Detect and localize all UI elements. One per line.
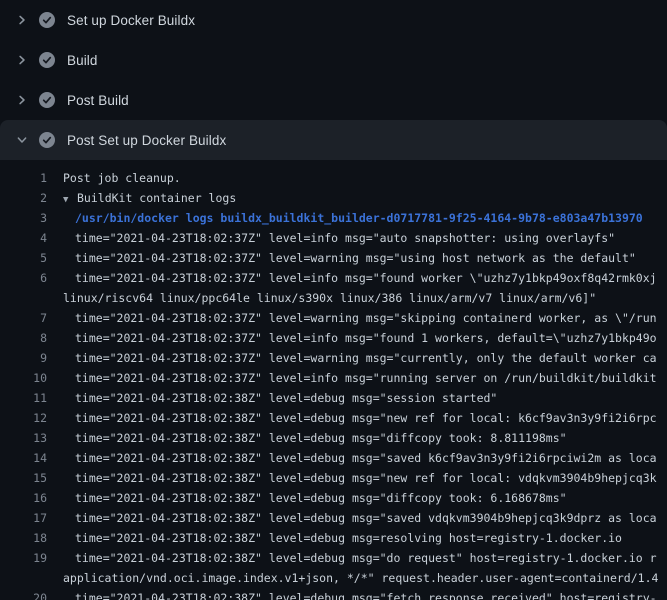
log-line: 10 time="2021-04-23T18:02:37Z" level=info…	[0, 368, 667, 388]
log-line: 14 time="2021-04-23T18:02:38Z" level=debu…	[0, 448, 667, 468]
log-line-text: Post job cleanup.	[63, 168, 181, 188]
line-number[interactable]: 17	[0, 508, 47, 528]
log-line-text: time="2021-04-23T18:02:38Z" level=debug …	[75, 528, 622, 548]
log-line: 15 time="2021-04-23T18:02:38Z" level=debu…	[0, 468, 667, 488]
step-title: Build	[67, 53, 98, 68]
line-number	[0, 288, 47, 308]
line-number[interactable]: 5	[0, 248, 47, 268]
step-row-post-build[interactable]: Post Build	[0, 80, 667, 120]
log-line: 19 time="2021-04-23T18:02:38Z" level=debu…	[0, 548, 667, 568]
line-number[interactable]: 6	[0, 268, 47, 288]
log-line: 18 time="2021-04-23T18:02:38Z" level=debu…	[0, 528, 667, 548]
line-number[interactable]: 3	[0, 208, 47, 228]
log-line: 6 time="2021-04-23T18:02:37Z" level=info …	[0, 268, 667, 288]
steps-list: Set up Docker Buildx Build Post Build Post …	[0, 0, 667, 160]
log-line: 12 time="2021-04-23T18:02:38Z" level=debu…	[0, 408, 667, 428]
log-line-text: time="2021-04-23T18:02:38Z" level=debug …	[75, 388, 497, 408]
log-line-text: time="2021-04-23T18:02:37Z" level=info m…	[75, 328, 657, 348]
line-number[interactable]: 7	[0, 308, 47, 328]
collapse-triangle-icon[interactable]: ▼	[63, 190, 77, 208]
check-circle-icon	[39, 132, 55, 148]
log-line-text: time="2021-04-23T18:02:37Z" level=warnin…	[75, 248, 636, 268]
log-line-text: time="2021-04-23T18:02:38Z" level=debug …	[75, 428, 567, 448]
step-title: Post Build	[67, 93, 129, 108]
log-line: 8 time="2021-04-23T18:02:37Z" level=info …	[0, 328, 667, 348]
step-title: Set up Docker Buildx	[67, 13, 195, 28]
line-number[interactable]: 10	[0, 368, 47, 388]
line-number	[0, 568, 47, 588]
step-row-set-up-docker-buildx[interactable]: Set up Docker Buildx	[0, 0, 667, 40]
log-line-text: time="2021-04-23T18:02:37Z" level=info m…	[75, 368, 657, 388]
log-line: linux/riscv64 linux/ppc64le linux/s390x …	[0, 288, 667, 308]
log-line-text: time="2021-04-23T18:02:37Z" level=warnin…	[75, 348, 657, 368]
line-number[interactable]: 15	[0, 468, 47, 488]
step-row-build[interactable]: Build	[0, 40, 667, 80]
log-line: 1 Post job cleanup.	[0, 168, 667, 188]
log-line-text: application/vnd.oci.image.index.v1+json,…	[63, 568, 658, 588]
log-line: 16 time="2021-04-23T18:02:38Z" level=debu…	[0, 488, 667, 508]
line-number[interactable]: 20	[0, 588, 47, 600]
check-circle-icon	[39, 12, 55, 28]
log-line-text: linux/riscv64 linux/ppc64le linux/s390x …	[63, 288, 596, 308]
log-line-text: time="2021-04-23T18:02:37Z" level=info m…	[75, 268, 657, 288]
log-line-text: time="2021-04-23T18:02:38Z" level=debug …	[75, 448, 657, 468]
chevron-right-icon[interactable]	[16, 94, 28, 106]
line-number[interactable]: 1	[0, 168, 47, 188]
line-number[interactable]: 12	[0, 408, 47, 428]
log-line-text: ▼BuildKit container logs	[63, 188, 236, 208]
log-line-text: time="2021-04-23T18:02:37Z" level=warnin…	[75, 308, 657, 328]
line-number[interactable]: 19	[0, 548, 47, 568]
chevron-down-icon[interactable]	[16, 134, 28, 146]
log-area: 1 Post job cleanup. 2 ▼BuildKit container l…	[0, 160, 667, 600]
log-line: 3/usr/bin/docker logs buildx_buildkit_bu…	[0, 208, 667, 228]
check-circle-icon	[39, 52, 55, 68]
line-number[interactable]: 13	[0, 428, 47, 448]
line-number[interactable]: 9	[0, 348, 47, 368]
line-number[interactable]: 16	[0, 488, 47, 508]
line-number[interactable]: 11	[0, 388, 47, 408]
log-line-text: time="2021-04-23T18:02:38Z" level=debug …	[75, 548, 657, 568]
log-line: 13 time="2021-04-23T18:02:38Z" level=debu…	[0, 428, 667, 448]
group-title-text[interactable]: BuildKit container logs	[77, 191, 236, 205]
log-command-text: /usr/bin/docker logs buildx_buildkit_bui…	[75, 208, 643, 228]
log-line-text: time="2021-04-23T18:02:38Z" level=debug …	[75, 588, 657, 600]
log-line: 5 time="2021-04-23T18:02:37Z" level=warni…	[0, 248, 667, 268]
line-number[interactable]: 4	[0, 228, 47, 248]
log-line: 20 time="2021-04-23T18:02:38Z" level=debu…	[0, 588, 667, 600]
step-row-post-set-up-docker-buildx[interactable]: Post Set up Docker Buildx	[0, 120, 667, 160]
actions-log-viewer: Set up Docker Buildx Build Post Build Post …	[0, 0, 667, 600]
log-line-text: time="2021-04-23T18:02:38Z" level=debug …	[75, 468, 657, 488]
log-line: 7 time="2021-04-23T18:02:37Z" level=warni…	[0, 308, 667, 328]
chevron-right-icon[interactable]	[16, 14, 28, 26]
log-line-text: time="2021-04-23T18:02:37Z" level=info m…	[75, 228, 615, 248]
log-line-text: time="2021-04-23T18:02:38Z" level=debug …	[75, 488, 567, 508]
log-line: application/vnd.oci.image.index.v1+json,…	[0, 568, 667, 588]
line-number[interactable]: 8	[0, 328, 47, 348]
line-number[interactable]: 2	[0, 188, 47, 208]
log-line: 9 time="2021-04-23T18:02:37Z" level=warni…	[0, 348, 667, 368]
log-line: 2 ▼BuildKit container logs	[0, 188, 667, 208]
log-line-text: time="2021-04-23T18:02:38Z" level=debug …	[75, 408, 657, 428]
log-line: 4 time="2021-04-23T18:02:37Z" level=info …	[0, 228, 667, 248]
step-title: Post Set up Docker Buildx	[67, 133, 226, 148]
check-circle-icon	[39, 92, 55, 108]
log-line: 11 time="2021-04-23T18:02:38Z" level=debu…	[0, 388, 667, 408]
chevron-right-icon[interactable]	[16, 54, 28, 66]
line-number[interactable]: 14	[0, 448, 47, 468]
log-line: 17 time="2021-04-23T18:02:38Z" level=debu…	[0, 508, 667, 528]
line-number[interactable]: 18	[0, 528, 47, 548]
log-line-text: time="2021-04-23T18:02:38Z" level=debug …	[75, 508, 657, 528]
